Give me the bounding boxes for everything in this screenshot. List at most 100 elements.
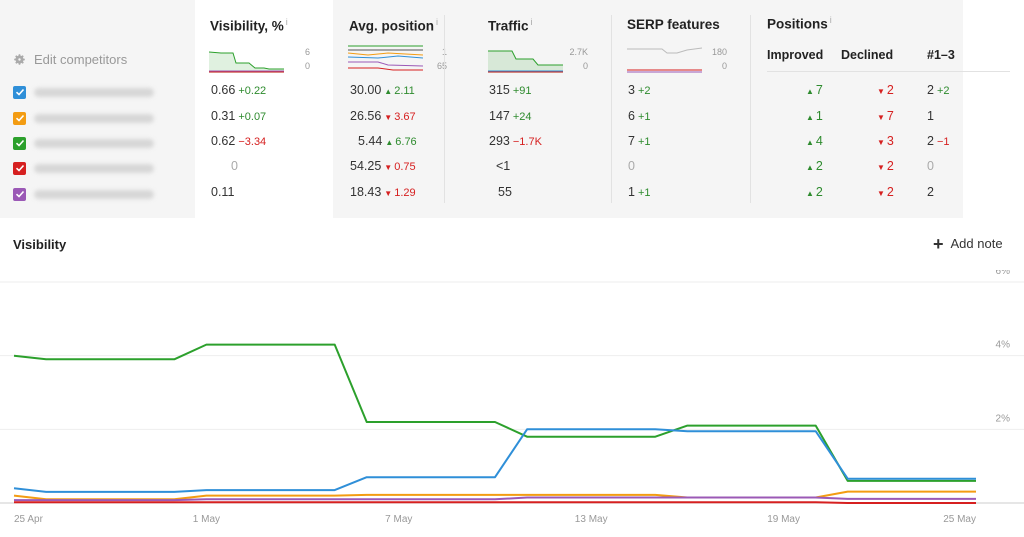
avg-position-value: 18.43 [350, 185, 382, 199]
x-tick-label: 1 May [193, 514, 220, 525]
x-tick-label: 7 May [385, 514, 412, 525]
serp-delta: +1 [637, 111, 651, 123]
arrow-down-icon: ▼ [384, 189, 393, 198]
visibility-cell[interactable]: 0.31 +0.07 [211, 109, 266, 123]
divider [750, 15, 751, 203]
checkbox-checked-icon[interactable] [13, 161, 26, 175]
top3-cell[interactable]: 0 [927, 159, 934, 173]
improved-cell[interactable]: ▲ 1 [806, 109, 823, 123]
declined-cell[interactable]: ▼ 2 [877, 159, 894, 173]
competitor-row[interactable] [13, 84, 154, 100]
serp-delta: +2 [637, 85, 651, 97]
avg-position-cell[interactable]: 54.25 ▼ 0.75 [350, 159, 416, 173]
competitor-name-blurred [34, 163, 154, 173]
edit-competitors-button[interactable]: Edit competitors [13, 52, 127, 67]
traffic-header[interactable]: Traffic i [488, 17, 533, 34]
traffic-value: 147 [489, 109, 510, 123]
visibility-header[interactable]: Visibility, % i [210, 17, 288, 34]
competitor-row[interactable] [13, 135, 154, 151]
avg-position-cell[interactable]: 5.44 ▲ 6.76 [358, 134, 417, 148]
series-line[interactable] [13, 343, 976, 482]
top3-value: 1 [927, 109, 934, 123]
visibility-chart[interactable]: 6% 4% 2% 25 Apr 1 May 7 May 13 May 19 May 25 May [0, 270, 1024, 537]
arrow-down-icon: ▼ [384, 163, 393, 172]
visibility-delta: −3.34 [238, 136, 267, 148]
traffic-cell[interactable]: <1 [496, 159, 510, 173]
visibility-value: 0.62 [211, 134, 236, 148]
info-icon[interactable]: i [531, 17, 533, 27]
declined-cell[interactable]: ▼ 3 [877, 134, 894, 148]
top3-cell[interactable]: 2 −1 [927, 134, 950, 148]
y-tick-label: 2% [996, 413, 1011, 424]
serp-value: 1 [628, 185, 635, 199]
traffic-cell[interactable]: 147 +24 [489, 109, 532, 123]
competitor-row[interactable] [13, 186, 154, 202]
improved-cell[interactable]: ▲ 2 [806, 159, 823, 173]
declined-header[interactable]: Declined [841, 48, 893, 62]
competitor-row[interactable] [13, 110, 154, 126]
competitor-name-blurred [34, 189, 154, 199]
top3-cell[interactable]: 2 +2 [927, 83, 950, 97]
divider [611, 15, 612, 203]
top3-cell[interactable]: 1 [927, 109, 934, 123]
traffic-delta: +24 [512, 111, 532, 123]
declined-cell[interactable]: ▼ 7 [877, 109, 894, 123]
top3-delta: +2 [936, 85, 950, 97]
serp-cell[interactable]: 6 +1 [628, 109, 651, 123]
top3-value: 2 [927, 134, 934, 148]
serp-cell[interactable]: 3 +2 [628, 83, 651, 97]
declined-value: ▼ 3 [877, 134, 894, 148]
info-icon[interactable]: i [436, 17, 438, 27]
x-tick-label: 19 May [767, 514, 800, 525]
avg-position-cell[interactable]: 30.00 ▲ 2.11 [350, 83, 415, 97]
improved-cell[interactable]: ▲ 2 [806, 185, 823, 199]
improved-header[interactable]: Improved [767, 48, 823, 62]
spark-max: 2.7K [569, 47, 588, 57]
traffic-cell[interactable]: 315 +91 [489, 83, 532, 97]
series-line[interactable] [14, 501, 976, 504]
avg-position-cell[interactable]: 18.43 ▼ 1.29 [350, 185, 416, 199]
visibility-delta: +0.07 [238, 111, 267, 123]
series-line[interactable] [13, 428, 976, 493]
info-icon[interactable]: i [286, 17, 288, 27]
serp-cell[interactable]: 0 [628, 159, 635, 173]
top3-header[interactable]: #1–3 [927, 48, 955, 62]
declined-cell[interactable]: ▼ 2 [877, 83, 894, 97]
visibility-value: 0.66 [211, 83, 236, 97]
improved-value: ▲ 7 [806, 83, 823, 97]
visibility-cell[interactable]: 0.66 +0.22 [211, 83, 266, 97]
improved-cell[interactable]: ▲ 4 [806, 134, 823, 148]
visibility-cell[interactable]: 0 [211, 159, 238, 173]
checkbox-checked-icon[interactable] [13, 136, 26, 150]
visibility-cell[interactable]: 0.62 −3.34 [211, 134, 266, 148]
declined-cell[interactable]: ▼ 2 [877, 185, 894, 199]
avg-position-header[interactable]: Avg. position i [349, 17, 438, 34]
arrow-up-icon: ▲ [806, 113, 814, 122]
visibility-cell[interactable]: 0.11 [211, 185, 234, 199]
serp-value: 6 [628, 109, 635, 123]
improved-cell[interactable]: ▲ 7 [806, 83, 823, 97]
arrow-up-icon: ▲ [385, 138, 394, 147]
info-icon[interactable]: i [830, 15, 832, 25]
avg-position-cell[interactable]: 26.56 ▼ 3.67 [350, 109, 416, 123]
serp-features-header[interactable]: SERP features [627, 17, 720, 32]
top3-cell[interactable]: 2 [927, 185, 934, 199]
checkbox-checked-icon[interactable] [13, 85, 26, 99]
declined-value: ▼ 7 [877, 109, 894, 123]
visibility-value: 0.11 [211, 185, 235, 199]
traffic-cell[interactable]: 55 [498, 185, 512, 199]
checkbox-checked-icon[interactable] [13, 187, 26, 201]
metrics-panel: Edit competitors Visibility, % i Avg. pos… [0, 0, 1024, 218]
competitor-row[interactable] [13, 160, 154, 176]
avg-position-value: 30.00 [350, 83, 382, 97]
checkbox-checked-icon[interactable] [13, 111, 26, 125]
serp-cell[interactable]: 7 +1 [628, 134, 651, 148]
spark-min: 0 [721, 61, 727, 71]
traffic-cell[interactable]: 293 −1.7K [489, 134, 542, 148]
spark-max: 180 [711, 47, 727, 57]
x-tick-label: 25 May [943, 514, 976, 525]
top3-delta: −1 [936, 136, 950, 148]
improved-value: ▲ 4 [806, 134, 823, 148]
serp-cell[interactable]: 1 +1 [628, 185, 651, 199]
add-note-button[interactable]: + Add note [933, 235, 1003, 253]
